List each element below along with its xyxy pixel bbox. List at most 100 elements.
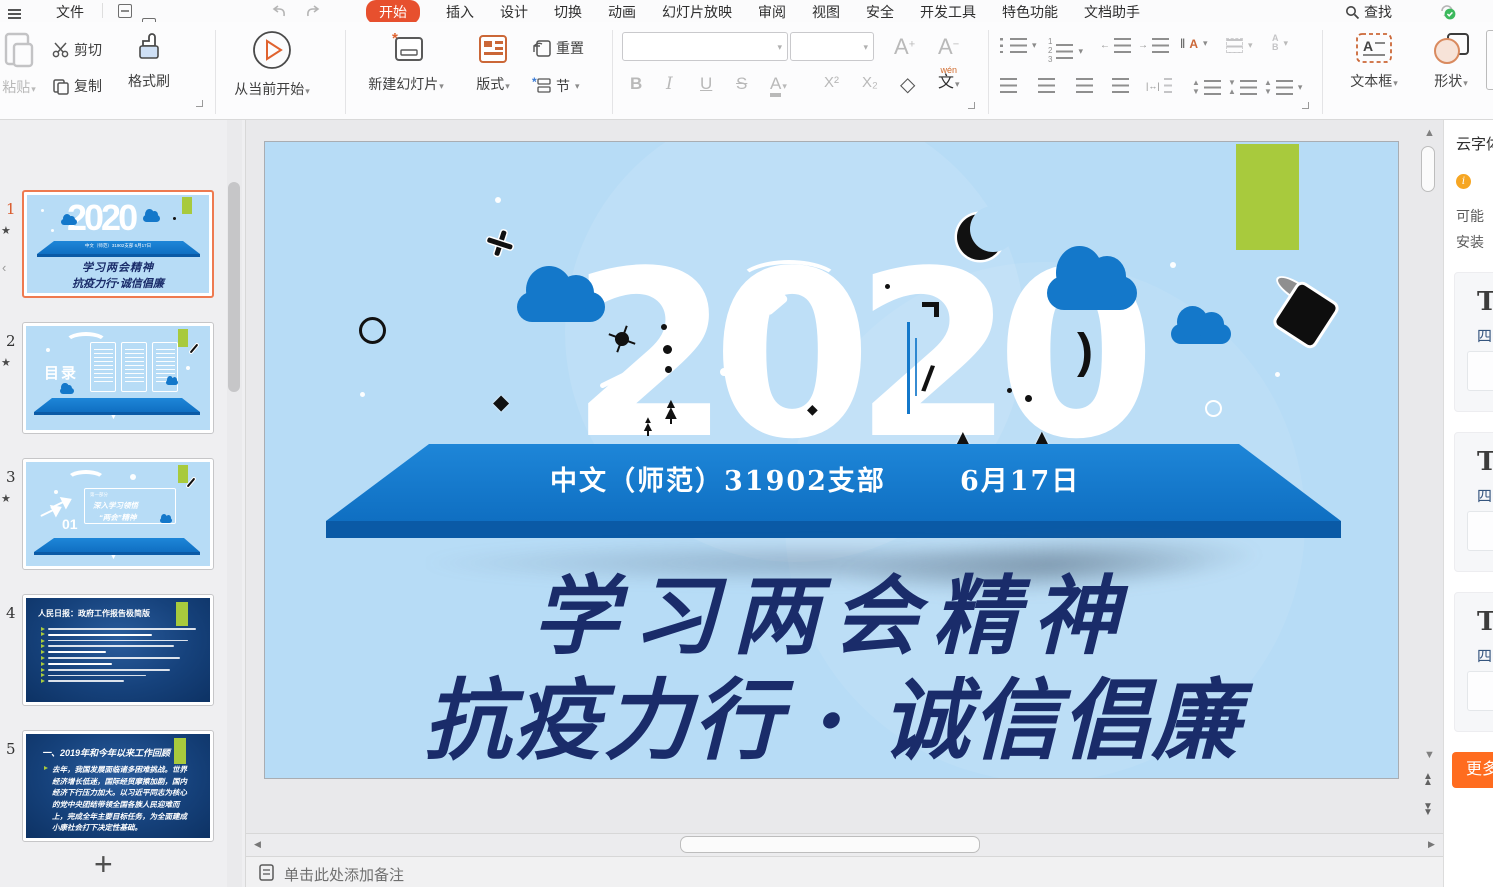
collapse-panel-icon[interactable]: ‹ [2,260,6,275]
align-center-button[interactable] [1038,78,1055,93]
line-spacing-up-button[interactable]: ▲▼ [1192,78,1221,96]
decor-caret: ▼ [110,414,117,421]
decor-green-rect [182,197,192,214]
line-spacing-button[interactable]: ▲▼▾ [1264,78,1302,96]
paragraph-dialog-launcher[interactable] [1302,102,1309,109]
textbox-label: 文本框 [1350,73,1392,89]
slide-thumbnail-4[interactable]: 人民日报：政府工作报告极简版 [22,594,214,706]
new-slide-button[interactable]: * 新建幻灯片▾ [352,30,460,94]
slide-thumbnail-2[interactable]: 目录 ▼ [22,322,214,434]
slide-thumbnail-1[interactable]: 2020 中文（师范）31902支部 6月17日 学习两会精神 抗疫力行·诚信倡… [22,190,214,298]
paste-button[interactable]: 粘贴▾ [2,30,36,97]
tab-slideshow[interactable]: 幻灯片放映 [662,2,732,22]
strikethrough-button[interactable]: S [736,74,747,94]
slide-thumbnail-5[interactable]: 一、2019年和今年以来工作回顾 去年，我国发展面临诸多困难挑战。世界经济增长低… [22,730,214,842]
boxed-list-button[interactable]: ▾ [1226,38,1253,53]
font-dialog-launcher[interactable] [968,102,975,109]
copy-button[interactable]: 复制 [52,76,102,96]
slide-thumbnail-3[interactable]: 第一部分 深入学习领悟 “两会”精神 01 ▼ [22,458,214,570]
bullets-button[interactable]: ▾ [1000,38,1037,53]
thumbnails-scrollbar-thumb[interactable] [228,182,240,392]
scroll-down-arrow[interactable]: ▼ [1424,750,1435,761]
tab-home[interactable]: 开始 [366,0,420,24]
justify-button[interactable] [1112,78,1129,93]
tab-devtools[interactable]: 开发工具 [920,2,976,22]
align-right-button[interactable] [1076,78,1093,93]
horizontal-scrollbar-thumb[interactable] [680,836,980,853]
slide-title-line2[interactable]: 抗疫力行 · 诚信倡廉 [265,650,1399,777]
font-color-button[interactable]: A▾ [770,74,787,94]
next-slide-button[interactable]: ▼▼ [1423,804,1433,816]
decor-x-sparkle [484,227,517,260]
redo-icon[interactable] [304,4,320,18]
find-button[interactable]: 查找 [1345,2,1392,22]
scroll-left-arrow[interactable]: ◀ [254,840,261,849]
format-painter-button[interactable]: 格式刷 [116,30,182,91]
decor-dot [495,197,501,203]
vertical-scrollbar-thumb[interactable] [1421,146,1435,192]
font-name-combo[interactable]: ▾ [622,32,788,61]
scroll-right-arrow[interactable]: ▶ [1428,840,1435,849]
section-icon: * [532,77,552,95]
decrease-indent-button[interactable]: ← [1100,38,1131,53]
superscript-button[interactable]: X² [824,74,839,91]
previous-slide-button[interactable]: ▲▲ [1423,774,1433,786]
textbox-button[interactable]: A 文本框▾ [1338,30,1410,91]
clipped-ribbon-button[interactable] [1486,30,1493,90]
distribute-button[interactable]: |↔| [1146,78,1172,93]
clear-format-icon[interactable]: ◇ [900,72,915,97]
decor-dot [1025,395,1032,402]
tab-transitions[interactable]: 切换 [554,2,582,22]
undo-icon[interactable] [272,4,288,18]
sync-check-icon[interactable] [1438,2,1456,20]
font-size-combo[interactable]: ▾ [790,32,874,61]
subscript-button[interactable]: X₂ [862,74,878,91]
italic-button[interactable]: I [666,74,673,94]
decor-blue-bar [907,322,910,414]
play-from-current-button[interactable]: 从当前开始▾ [212,28,332,99]
bold-button[interactable]: B [630,74,642,94]
tab-doc-assistant[interactable]: 文档助手 [1084,2,1140,22]
tab-view[interactable]: 视图 [812,2,840,22]
decor-cloud [143,215,160,222]
increase-indent-button[interactable]: → [1138,38,1169,53]
tab-design[interactable]: 设计 [500,2,528,22]
thumb5-body: 去年，我国发展面临诸多困难挑战。世界经济增长低迷，国际经贸摩擦加剧，国内经济下行… [52,764,194,834]
tab-insert[interactable]: 插入 [446,2,474,22]
underline-button[interactable]: U [700,74,712,94]
tab-review[interactable]: 审阅 [758,2,786,22]
menu-file[interactable]: 文件 [56,2,84,22]
section-button[interactable]: * 节▾ [532,76,580,96]
line-spacing-down-button[interactable]: ▼▲ [1228,78,1257,96]
font-card-1[interactable]: T 四 [1454,272,1493,412]
reset-label: 重置 [556,38,584,58]
notes-bar[interactable]: 单击此处添加备注 [246,857,1443,887]
ab-columns-button[interactable]: AB▾ [1272,34,1288,52]
cloud-fonts-title: 云字体 [1456,133,1493,154]
scroll-up-arrow[interactable]: ▲ [1424,128,1435,139]
phonetic-guide-button[interactable]: wén 文▾ [938,66,960,91]
platform-caption[interactable]: 中文（师范）31902支部 6月17日 [550,459,1080,498]
hamburger-icon[interactable] [8,7,21,21]
font-card-2[interactable]: T 四 [1454,432,1493,572]
tab-features[interactable]: 特色功能 [1002,2,1058,22]
add-slide-button[interactable]: + [94,846,113,883]
tab-security[interactable]: 安全 [866,2,894,22]
decor-dot [1170,262,1176,268]
font-card-3[interactable]: T 四 [1454,592,1493,732]
numbering-button[interactable]: 123▾ [1048,38,1083,64]
font-shrink-button[interactable]: A− [938,34,959,60]
reset-button[interactable]: 重置 [532,38,584,58]
clipboard-dialog-launcher[interactable] [196,100,203,107]
layout-button[interactable]: 版式▾ [462,30,524,94]
more-fonts-button[interactable]: 更多 [1452,752,1493,788]
slide-editor[interactable]: 2020 ◆ ◆ ▲▲ ▲▲ ▲ ▲ ) / [264,141,1399,779]
save-icon[interactable] [118,4,132,18]
cut-button[interactable]: 剪切 [52,40,102,60]
font-grow-button[interactable]: A+ [894,34,915,60]
text-direction-button[interactable]: ‖A▾ [1180,36,1208,51]
align-left-button[interactable] [1000,78,1017,93]
horizontal-scrollbar[interactable]: ◀ ▶ [246,833,1443,857]
tab-animation[interactable]: 动画 [608,2,636,22]
shapes-button[interactable]: 形状▾ [1420,30,1482,91]
